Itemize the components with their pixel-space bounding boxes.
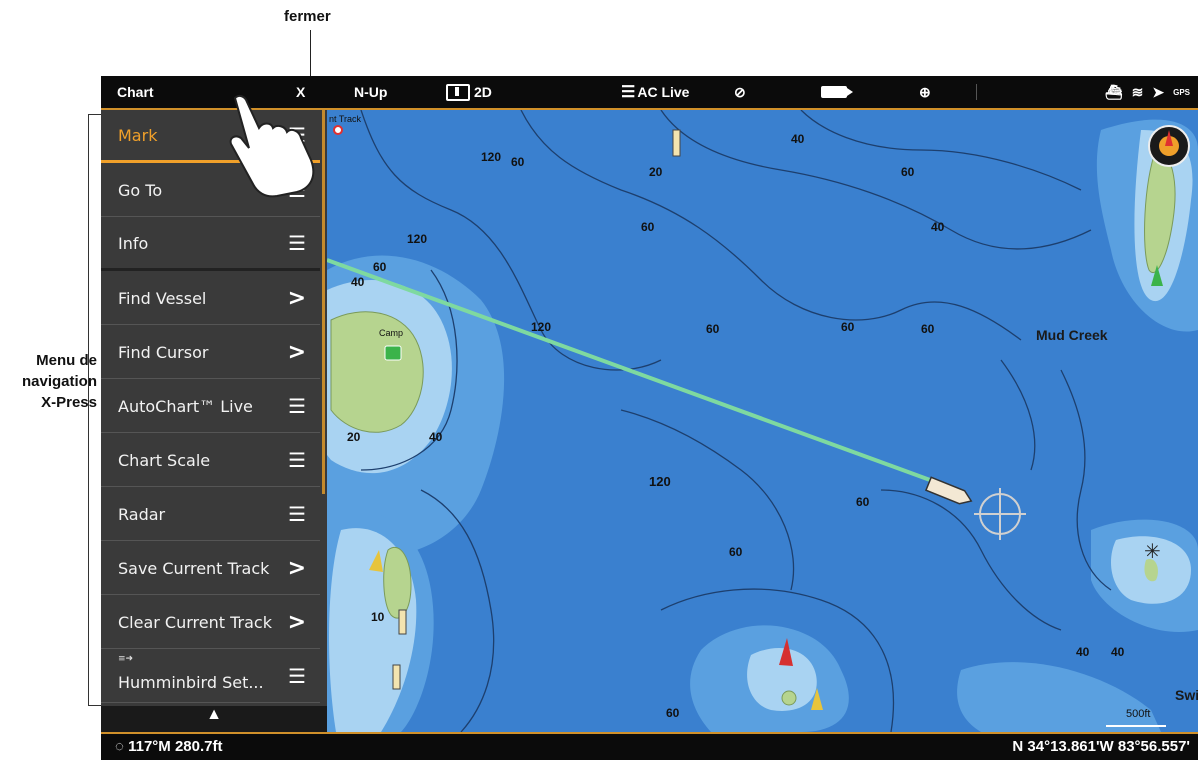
menu-item-save-current-track[interactable]: Save Current Track > bbox=[101, 542, 320, 595]
menu-item-label: Find Cursor bbox=[118, 342, 209, 362]
autochart-live-label: AC Live bbox=[637, 84, 690, 100]
close-callout: fermer bbox=[284, 8, 331, 25]
depth-label: 60 bbox=[901, 165, 915, 179]
menu-item-label: Save Current Track bbox=[118, 558, 270, 578]
settings-arrow-icon: ≡➜ bbox=[118, 654, 134, 664]
hand-pointer-icon bbox=[229, 94, 315, 198]
menu-item-label: Info bbox=[118, 233, 149, 253]
track-start-icon bbox=[333, 125, 343, 135]
menu-bracket bbox=[88, 114, 101, 706]
heading-depth-readout: ◌ 117°M 280.7ft bbox=[115, 738, 223, 755]
depth-label: 120 bbox=[481, 150, 502, 164]
menu-item-label: Go To bbox=[118, 180, 163, 200]
heading-value: 117°M bbox=[128, 738, 171, 755]
north-up-button[interactable]: N-Up bbox=[354, 76, 387, 108]
menu-item-info[interactable]: Info ☰ bbox=[101, 218, 320, 271]
view-2d-label: 2D bbox=[474, 84, 492, 100]
sliders-icon: ☰ bbox=[621, 84, 636, 101]
menu-item-autochart-live[interactable]: AutoChart™ Live ☰ bbox=[101, 380, 320, 433]
island bbox=[330, 311, 424, 433]
depth-label: 60 bbox=[666, 706, 680, 720]
island bbox=[781, 690, 797, 706]
menu-callout-line-1: Menu de bbox=[36, 352, 97, 369]
depth-label: 40 bbox=[429, 430, 443, 444]
menu-item-label: Radar bbox=[118, 504, 166, 524]
divider bbox=[976, 84, 977, 100]
compass-rose-icon bbox=[1148, 125, 1190, 167]
gps-position: N 34°13.861'W 83°56.557' bbox=[1012, 738, 1190, 755]
scale-label: 500ft bbox=[1126, 708, 1151, 720]
depth-label: 40 bbox=[931, 220, 945, 234]
close-callout-line bbox=[310, 30, 311, 80]
menu-item-find-vessel[interactable]: Find Vessel > bbox=[101, 272, 320, 325]
menu-item-label: Chart Scale bbox=[118, 450, 211, 470]
menu-item-label: AutoChart™ Live bbox=[118, 396, 253, 416]
depth-label: 120 bbox=[407, 232, 428, 246]
menu-item-label: Find Vessel bbox=[118, 288, 207, 308]
menu-item-chart-scale[interactable]: Chart Scale ☰ bbox=[101, 434, 320, 487]
place-label-2: Swi bbox=[1175, 687, 1198, 703]
depth-label-120-center: 120 bbox=[649, 474, 671, 489]
depth-label: 20 bbox=[649, 165, 663, 179]
buoy-marker-icon bbox=[392, 664, 401, 690]
depth-label: 60 bbox=[706, 322, 720, 336]
menu-item-label: Clear Current Track bbox=[118, 612, 272, 632]
depth-label: 60 bbox=[841, 320, 855, 334]
menu-callout-line-3: X-Press bbox=[41, 394, 97, 411]
view-2d-button[interactable]: 2D bbox=[446, 76, 492, 108]
chevron-right-icon: > bbox=[287, 609, 306, 635]
depth-label: 60 bbox=[641, 220, 655, 234]
scroll-up-button[interactable]: ▲ bbox=[101, 706, 327, 732]
chevron-right-icon: > bbox=[287, 285, 306, 311]
depth-label: 60 bbox=[856, 495, 870, 509]
star-marker-icon: ✳ bbox=[1144, 541, 1161, 563]
buoy-marker-icon bbox=[672, 129, 681, 157]
depth-label: 120 bbox=[531, 320, 552, 334]
menu-item-humminbird-settings[interactable]: ≡➜ Humminbird Set... ☰ bbox=[101, 650, 320, 703]
chevron-right-icon: > bbox=[287, 339, 306, 365]
menu-item-label: Humminbird Set... bbox=[118, 672, 264, 692]
menu-item-label: Mark bbox=[118, 125, 158, 145]
chart-title: Chart bbox=[117, 84, 154, 100]
depth-value: 280.7ft bbox=[174, 738, 223, 755]
autochart-live-button[interactable]: ☰ AC Live bbox=[621, 76, 689, 108]
gps-icon: GPS bbox=[1173, 87, 1190, 97]
depth-label: 60 bbox=[921, 322, 935, 336]
waypoint-camp-icon bbox=[384, 345, 402, 361]
menu-item-radar[interactable]: Radar ☰ bbox=[101, 488, 320, 541]
camp-label: Camp bbox=[379, 328, 404, 338]
list-icon: ☰ bbox=[288, 502, 306, 526]
bottom-status-bar: ◌ 117°M 280.7ft N 34°13.861'W 83°56.557' bbox=[101, 732, 1198, 760]
depth-label: 60 bbox=[729, 545, 743, 559]
sonar-icon: ≋ bbox=[1131, 83, 1144, 100]
heading-icon: ◌ bbox=[115, 738, 124, 755]
list-icon: ☰ bbox=[288, 448, 306, 472]
menu-item-find-cursor[interactable]: Find Cursor > bbox=[101, 326, 320, 379]
depth-label: 40 bbox=[1111, 645, 1125, 659]
status-icons: ⛴ ≋ ➤ GPS bbox=[1105, 76, 1190, 108]
radar-icon[interactable] bbox=[821, 76, 853, 108]
depth-label: 60 bbox=[511, 155, 525, 169]
buoy-marker-icon bbox=[398, 609, 407, 635]
depth-label: 40 bbox=[1076, 645, 1090, 659]
compass-off-icon[interactable]: ⊘ bbox=[734, 76, 746, 108]
boat-icon: ⛴ bbox=[1104, 83, 1123, 100]
place-label: Mud Creek bbox=[1036, 327, 1108, 343]
list-icon: ☰ bbox=[288, 664, 306, 688]
menu-callout-line-2: navigation bbox=[21, 373, 97, 390]
depth-label: 10 bbox=[371, 610, 385, 624]
depth-label: 20 bbox=[347, 430, 361, 444]
depth-label: 40 bbox=[351, 275, 365, 289]
navigation-icon: ➤ bbox=[1152, 83, 1165, 100]
depth-label: 60 bbox=[373, 260, 387, 274]
depth-label: 40 bbox=[791, 132, 805, 146]
list-icon: ☰ bbox=[288, 231, 306, 255]
chevron-right-icon: > bbox=[287, 555, 306, 581]
chart-view-icon bbox=[446, 83, 470, 101]
menu-item-clear-current-track[interactable]: Clear Current Track > bbox=[101, 596, 320, 649]
x-press-menu: Mark ☰ Go To ☰ Info ☰ Find Vessel > Find… bbox=[101, 110, 327, 732]
menu-callout: Menu de navigation X-Press bbox=[0, 350, 97, 413]
crosshair-icon[interactable]: ⊕ bbox=[919, 76, 931, 108]
list-icon: ☰ bbox=[288, 394, 306, 418]
